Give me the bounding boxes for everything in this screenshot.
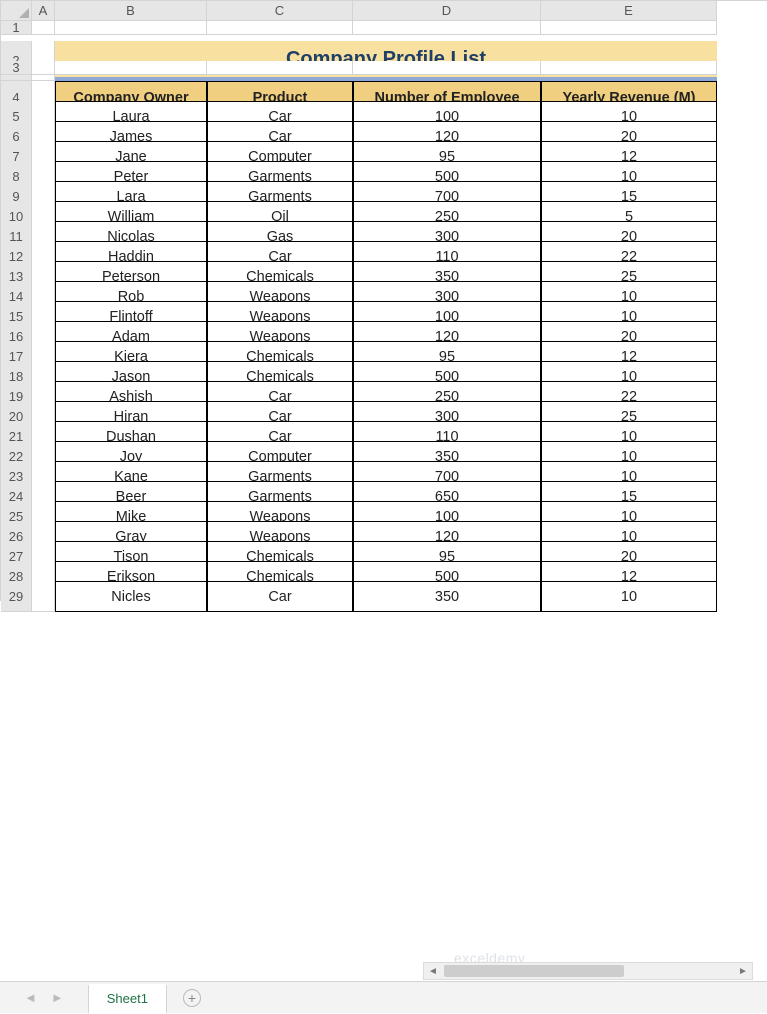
col-header-D[interactable]: D [353, 1, 541, 21]
col-header-E[interactable]: E [541, 1, 717, 21]
cell-E3[interactable] [541, 61, 717, 75]
row-header-29[interactable]: 29 [1, 581, 32, 612]
select-all-corner[interactable] [1, 1, 32, 21]
cell-D1[interactable] [353, 21, 541, 35]
col-header-B[interactable]: B [55, 1, 207, 21]
plus-icon: + [188, 991, 196, 1005]
cell-D29[interactable]: 350 [353, 581, 541, 612]
cell-C1[interactable] [207, 21, 353, 35]
add-sheet-button[interactable]: + [183, 989, 201, 1007]
cell-E1[interactable] [541, 21, 717, 35]
scroll-right-icon[interactable]: ► [734, 963, 752, 979]
sheet-tab[interactable]: Sheet1 [88, 984, 167, 1014]
row-header-1[interactable]: 1 [1, 21, 32, 35]
scroll-track[interactable] [442, 963, 734, 979]
sheet-tab-bar: ◄ ► Sheet1 + [0, 981, 767, 1013]
spreadsheet-grid[interactable]: A B C D E 1 2 Company Profile List 3 4 C… [0, 0, 767, 601]
scroll-left-icon[interactable]: ◄ [424, 963, 442, 979]
tab-nav: ◄ ► [24, 990, 64, 1005]
row-header-3[interactable]: 3 [1, 61, 32, 75]
tab-first-icon[interactable]: ◄ [24, 990, 37, 1005]
horizontal-scrollbar[interactable]: ◄ ► [423, 962, 753, 980]
cell-B3[interactable] [55, 61, 207, 75]
cell-D3[interactable] [353, 61, 541, 75]
cell-C29[interactable]: Car [207, 581, 353, 612]
scroll-thumb[interactable] [444, 965, 624, 977]
cell-A3[interactable] [32, 61, 55, 75]
cell-B29[interactable]: Nicles [55, 581, 207, 612]
cell-E29[interactable]: 10 [541, 581, 717, 612]
cell-A1[interactable] [32, 21, 55, 35]
col-header-C[interactable]: C [207, 1, 353, 21]
col-header-A[interactable]: A [32, 1, 55, 21]
cell-A29[interactable] [32, 581, 55, 612]
cell-B1[interactable] [55, 21, 207, 35]
tab-last-icon[interactable]: ► [51, 990, 64, 1005]
cell-C3[interactable] [207, 61, 353, 75]
